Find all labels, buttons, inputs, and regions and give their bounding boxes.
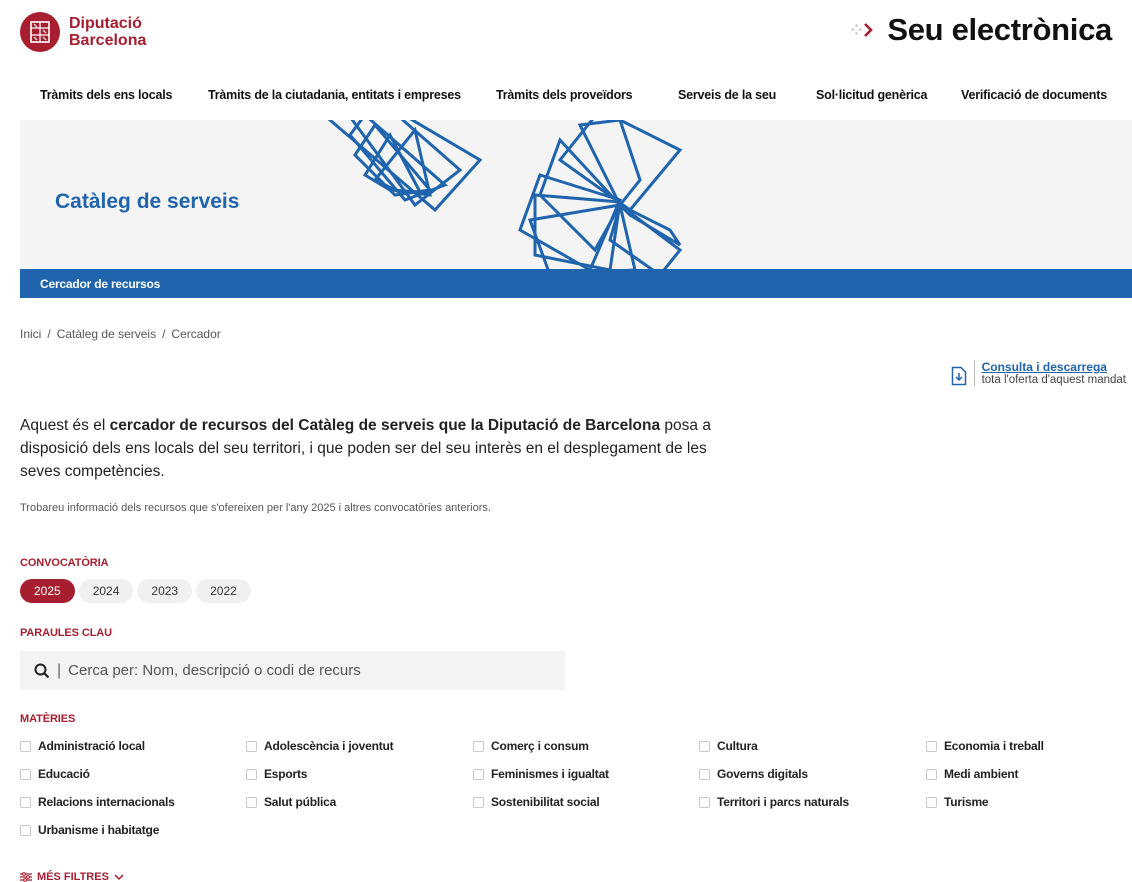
checkbox-box[interactable] bbox=[926, 796, 937, 808]
download-catalog[interactable]: Consulta i descarrega tota l'oferta d'aq… bbox=[951, 360, 1126, 386]
nav-item-tramits-proveidors[interactable]: Tràmits dels proveïdors bbox=[496, 88, 633, 102]
checkbox-turisme[interactable]: Turisme bbox=[926, 795, 989, 809]
nav-item-serveis-seu[interactable]: Serveis de la seu bbox=[678, 88, 776, 102]
nav-item-sollicitud-generica[interactable]: Sol·licitud genèrica bbox=[816, 88, 928, 102]
seu-electronica-title[interactable]: ⁘ Seu electrònica bbox=[851, 12, 1113, 48]
checkbox-box[interactable] bbox=[246, 740, 257, 752]
year-selector: 2025 2024 2023 2022 bbox=[20, 579, 251, 603]
checkbox-esports[interactable]: Esports bbox=[246, 767, 307, 781]
checkbox-box[interactable] bbox=[699, 768, 710, 780]
nav-item-tramits-ens-locals[interactable]: Tràmits dels ens locals bbox=[40, 88, 172, 102]
chevron-right-icon: ⁘ bbox=[851, 22, 874, 39]
checkbox-medi-ambient[interactable]: Medi ambient bbox=[926, 767, 1018, 781]
checkbox-box[interactable] bbox=[699, 796, 710, 808]
search-divider: | bbox=[57, 661, 62, 679]
checkbox-economia-treball[interactable]: Economia i treball bbox=[926, 739, 1044, 753]
checkbox-box[interactable] bbox=[473, 740, 484, 752]
intro-note: Trobareu informació dels recursos que s'… bbox=[20, 502, 491, 514]
hero-banner: Catàleg de serveis bbox=[20, 120, 1132, 270]
download-subtitle: tota l'oferta d'aquest mandat bbox=[981, 374, 1126, 386]
checkbox-box[interactable] bbox=[473, 796, 484, 808]
year-chip-2024[interactable]: 2024 bbox=[78, 579, 134, 603]
checkbox-territori-parcs[interactable]: Territori i parcs naturals bbox=[699, 795, 849, 809]
checkbox-box[interactable] bbox=[926, 768, 937, 780]
main-nav: Tràmits dels ens locals Tràmits de la ci… bbox=[0, 88, 1132, 108]
search-icon bbox=[34, 663, 50, 678]
breadcrumb-separator: / bbox=[47, 327, 51, 341]
page-title: Catàleg de serveis bbox=[55, 190, 240, 213]
section-bar: Cercador de recursos bbox=[20, 269, 1132, 298]
keywords-label: PARAULES CLAU bbox=[20, 627, 112, 639]
filter-icon bbox=[20, 872, 32, 882]
checkbox-educacio[interactable]: Educació bbox=[20, 767, 90, 781]
breadcrumb-current: Cercador bbox=[171, 327, 221, 341]
checkbox-box[interactable] bbox=[473, 768, 484, 780]
checkbox-box[interactable] bbox=[246, 796, 257, 808]
checkbox-urbanisme-habitatge[interactable]: Urbanisme i habitatge bbox=[20, 823, 159, 837]
checkbox-comerc-consum[interactable]: Comerç i consum bbox=[473, 739, 589, 753]
download-document-icon bbox=[951, 366, 966, 386]
checkbox-feminismes-igualtat[interactable]: Feminismes i igualtat bbox=[473, 767, 609, 781]
year-chip-2023[interactable]: 2023 bbox=[137, 579, 193, 603]
checkbox-governs-digitals[interactable]: Governs digitals bbox=[699, 767, 808, 781]
search-input[interactable] bbox=[68, 662, 529, 679]
materies-label: MATÈRIES bbox=[20, 713, 76, 725]
breadcrumb-inici[interactable]: Inici bbox=[20, 327, 41, 341]
checkbox-adolescencia-joventut[interactable]: Adolescència i joventut bbox=[246, 739, 394, 753]
checkbox-box[interactable] bbox=[246, 768, 257, 780]
checkbox-box[interactable] bbox=[20, 740, 31, 752]
checkbox-administracio-local[interactable]: Administració local bbox=[20, 739, 145, 753]
more-filters-label: MÉS FILTRES bbox=[37, 871, 109, 882]
breadcrumb: Inici / Catàleg de serveis / Cercador bbox=[20, 327, 221, 341]
seal-icon bbox=[20, 12, 60, 52]
chevron-down-icon bbox=[114, 873, 124, 880]
section-bar-label: Cercador de recursos bbox=[40, 277, 161, 291]
year-chip-2025[interactable]: 2025 bbox=[20, 579, 75, 603]
more-filters-button[interactable]: MÉS FILTRES bbox=[20, 871, 124, 882]
checkbox-box[interactable] bbox=[699, 740, 710, 752]
nav-item-tramits-ciutadania[interactable]: Tràmits de la ciutadania, entitats i emp… bbox=[208, 88, 461, 102]
breadcrumb-cataleg[interactable]: Catàleg de serveis bbox=[57, 327, 156, 341]
checkbox-sostenibilitat-social[interactable]: Sostenibilitat social bbox=[473, 795, 600, 809]
download-link[interactable]: Consulta i descarrega bbox=[982, 360, 1126, 374]
checkbox-cultura[interactable]: Cultura bbox=[699, 739, 758, 753]
checkbox-box[interactable] bbox=[20, 796, 31, 808]
nav-item-verificacio-documents[interactable]: Verificació de documents bbox=[961, 88, 1107, 102]
convocatoria-label: CONVOCATÒRIA bbox=[20, 557, 109, 569]
diputacio-logo[interactable]: Diputació Barcelona bbox=[20, 12, 146, 52]
breadcrumb-separator: / bbox=[162, 327, 166, 341]
checkbox-box[interactable] bbox=[20, 768, 31, 780]
checkbox-box[interactable] bbox=[926, 740, 937, 752]
year-chip-2022[interactable]: 2022 bbox=[196, 579, 251, 603]
divider bbox=[973, 360, 975, 386]
checkbox-relacions-internacionals[interactable]: Relacions internacionals bbox=[20, 795, 175, 809]
site-header: Diputació Barcelona ⁘ Seu electrònica bbox=[0, 0, 1132, 70]
checkbox-box[interactable] bbox=[20, 824, 31, 836]
search-box: | bbox=[20, 651, 565, 690]
brand-name: Diputació Barcelona bbox=[69, 15, 147, 49]
intro-text: Aquest és el cercador de recursos del Ca… bbox=[20, 417, 711, 480]
checkbox-salut-publica[interactable]: Salut pública bbox=[246, 795, 336, 809]
